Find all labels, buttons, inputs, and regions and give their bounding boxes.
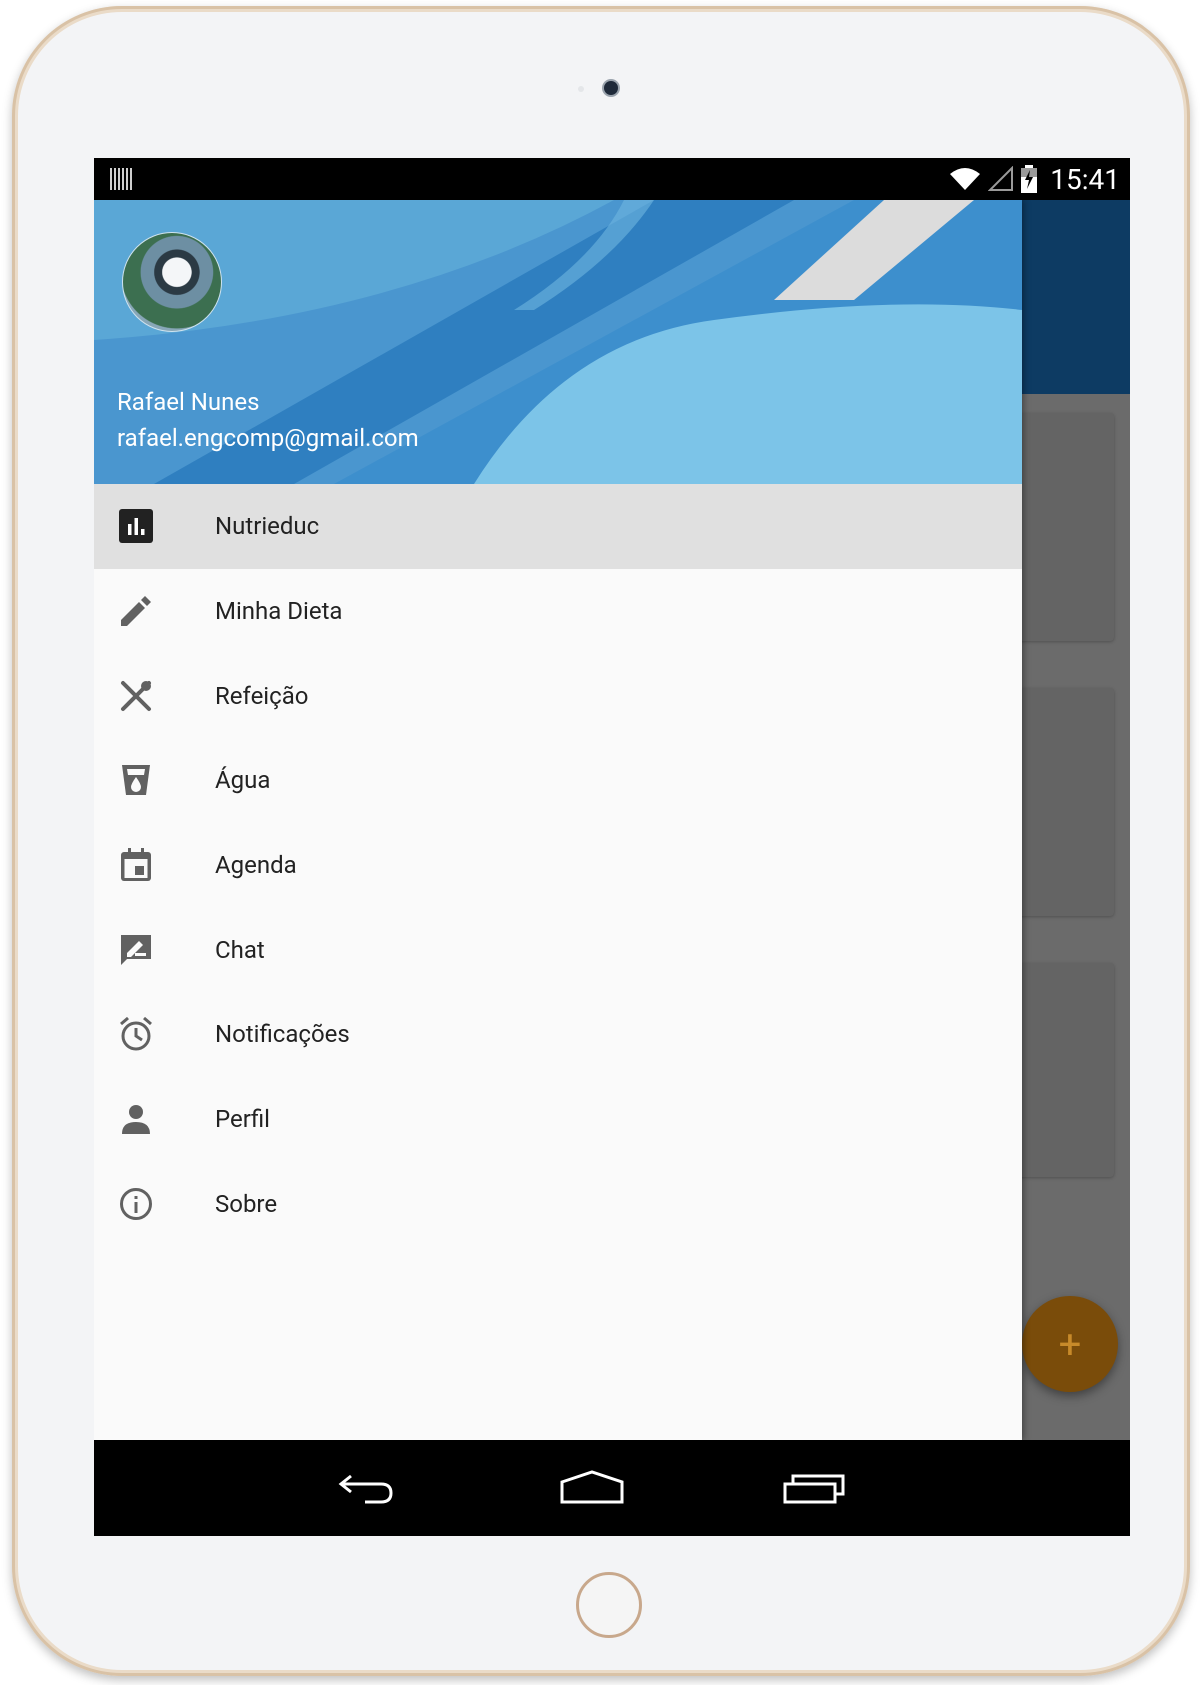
- menu-item-label: Agenda: [215, 851, 297, 880]
- drawer-header: Rafael Nunes rafael.engcomp@gmail.com: [94, 200, 1022, 484]
- user-email: rafael.engcomp@gmail.com: [117, 424, 419, 452]
- menu-item-refeicao[interactable]: Refeição: [94, 653, 1022, 738]
- menu-item-agenda[interactable]: Agenda: [94, 823, 1022, 908]
- battery-icon: [1021, 165, 1038, 193]
- user-name: Rafael Nunes: [117, 388, 260, 416]
- menu-item-minha-dieta[interactable]: Minha Dieta: [94, 569, 1022, 654]
- menu-item-label: Perfil: [215, 1105, 270, 1134]
- tablet-frame: + 15:41 Rafael Nunes rafael.engcomp@gmai…: [12, 6, 1190, 1676]
- water-cup-icon: [118, 762, 154, 798]
- wifi-icon: [950, 168, 981, 190]
- bar-chart-icon: [118, 508, 154, 544]
- home-icon: [560, 1470, 624, 1504]
- status-time: 15:41: [1050, 162, 1120, 196]
- proximity-sensor: [578, 86, 584, 92]
- menu-item-label: Refeição: [215, 681, 309, 710]
- menu-item-agua[interactable]: Água: [94, 738, 1022, 823]
- signal-icon: [988, 166, 1014, 191]
- info-icon: [118, 1186, 154, 1222]
- calendar-icon: [118, 847, 154, 883]
- menu-item-label: Notificações: [215, 1020, 350, 1049]
- back-button[interactable]: [332, 1458, 402, 1518]
- hardware-home-button[interactable]: [576, 1572, 642, 1638]
- menu-item-nutrieduc[interactable]: Nutrieduc: [94, 484, 1022, 569]
- chat-icon: [118, 932, 154, 968]
- menu-item-perfil[interactable]: Perfil: [94, 1077, 1022, 1162]
- menu-item-label: Água: [215, 766, 271, 795]
- menu-item-label: Sobre: [215, 1189, 278, 1218]
- utensils-icon: [118, 678, 154, 714]
- alarm-icon: [118, 1016, 154, 1052]
- menu-item-sobre[interactable]: Sobre: [94, 1162, 1022, 1247]
- recent-apps-icon: [783, 1474, 845, 1504]
- add-fab-button[interactable]: +: [1022, 1296, 1118, 1392]
- home-nav-button[interactable]: [557, 1458, 627, 1518]
- recent-apps-button[interactable]: [779, 1458, 849, 1518]
- drawer-menu: Nutrieduc Minha Dieta Refeição Água Agen…: [94, 484, 1022, 1246]
- barcode-icon: [110, 168, 132, 190]
- avatar[interactable]: [122, 232, 222, 332]
- menu-item-label: Minha Dieta: [215, 597, 343, 626]
- back-icon: [338, 1474, 393, 1504]
- menu-item-chat[interactable]: Chat: [94, 907, 1022, 992]
- menu-item-label: Chat: [215, 935, 265, 964]
- navigation-drawer: Rafael Nunes rafael.engcomp@gmail.com Nu…: [94, 200, 1022, 1440]
- front-camera: [604, 81, 618, 95]
- system-nav-bar: [94, 1440, 1130, 1536]
- pencil-icon: [118, 593, 154, 629]
- status-bar: 15:41: [94, 158, 1130, 200]
- menu-item-label: Nutrieduc: [215, 512, 320, 541]
- person-icon: [118, 1101, 154, 1137]
- menu-item-notificacoes[interactable]: Notificações: [94, 992, 1022, 1077]
- device-screen: + 15:41 Rafael Nunes rafael.engcomp@gmai…: [94, 158, 1130, 1536]
